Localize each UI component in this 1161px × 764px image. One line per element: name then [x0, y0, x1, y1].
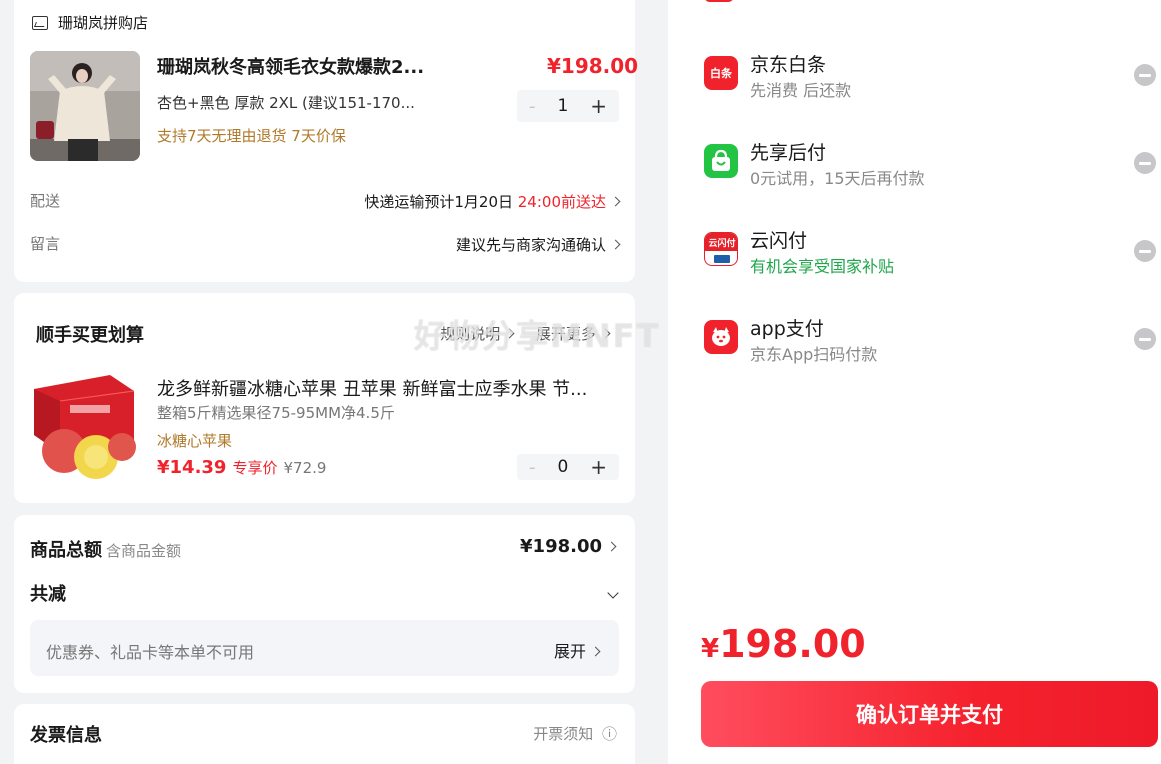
rules-link[interactable]: 规则说明 — [440, 325, 500, 343]
addon-title: 顺手买更划算 — [36, 325, 144, 346]
payment-desc: 0元试用，15天后再付款 — [750, 169, 925, 188]
addon-item-title[interactable]: 龙多鲜新疆冰糖心苹果 丑苹果 新鲜富士应季水果 节... — [157, 375, 617, 401]
delivery-value: 快递运输预计1月20日 — [364, 193, 518, 211]
payment-name: 云闪付 — [750, 230, 808, 252]
summary-card: 商品总额 含商品金额 ¥198.00 共减 优惠券、礼品卡等本单不可用 展开 — [14, 515, 635, 693]
shopping-bag-icon — [704, 144, 738, 178]
product-spec[interactable]: 杏色+黑色 厚款 2XL (建议151-170... — [157, 92, 457, 113]
chevron-right-icon — [590, 646, 601, 657]
radio-unselected-icon[interactable] — [1134, 240, 1156, 262]
payment-desc: 有机会享受国家补贴 — [750, 257, 895, 276]
cloud-quickpass-logo-icon: 云闪付 — [704, 232, 738, 266]
total-value: ¥198.00 — [520, 536, 602, 557]
payment-method-baitiao[interactable]: 白条 京东白条 先消费 后还款 — [704, 50, 1156, 106]
total-value-row[interactable]: ¥198.00 — [520, 536, 617, 557]
addon-item-tag: 冰糖心苹果 — [157, 432, 233, 450]
payment-name: 先享后付 — [750, 142, 827, 164]
message-label: 留言 — [30, 235, 61, 253]
invoice-notice[interactable]: 开票须知 ⓘ — [533, 723, 617, 744]
total-label: 商品总额 — [30, 540, 102, 561]
discount-label: 共减 — [30, 584, 66, 605]
addon-links: 规则说明 展开更多 — [440, 323, 611, 344]
info-icon: ⓘ — [601, 725, 617, 743]
total-sub-label: 含商品金额 — [106, 542, 182, 560]
checkout-total: ¥198.00 — [701, 622, 866, 666]
increase-button[interactable]: + — [590, 455, 607, 479]
payment-desc: 先消费 后还款 — [750, 81, 852, 100]
baitiao-logo-icon: 白条 — [704, 56, 738, 90]
quantity-stepper: - 1 + — [517, 90, 619, 122]
confirm-pay-button[interactable]: 确认订单并支付 — [701, 681, 1158, 747]
product-service: 支持7天无理由退货 7天价保 — [157, 127, 346, 145]
addon-price-row: ¥14.39 专享价 ¥72.9 — [157, 457, 326, 478]
chevron-right-icon — [610, 196, 621, 207]
quantity-value[interactable]: 1 — [557, 96, 568, 116]
addon-item-spec: 整箱5斤精选果径75-95MM净4.5斤 — [157, 404, 395, 422]
delivery-row[interactable]: 快递运输预计1月20日 24:00前送达 — [364, 191, 621, 212]
delivery-highlight: 24:00前送达 — [517, 193, 606, 211]
shop-icon — [32, 15, 48, 30]
radio-unselected-icon[interactable] — [1134, 152, 1156, 174]
payment-method-app[interactable]: app支付 京东App扫码付款 — [704, 314, 1156, 370]
product-price: ¥198.00 — [547, 54, 639, 78]
radio-unselected-icon[interactable] — [1134, 328, 1156, 350]
addon-original-price: ¥72.9 — [283, 459, 327, 477]
addon-item-price: ¥14.39 — [157, 457, 227, 478]
addon-card: 顺手买更划算 规则说明 展开更多 龙多鲜新疆冰糖心苹果 丑苹果 新鲜富士应季水果… — [14, 293, 635, 503]
invoice-title: 发票信息 — [30, 725, 102, 746]
jd-dog-logo-icon — [704, 320, 738, 354]
product-image[interactable] — [30, 51, 140, 161]
shop-header[interactable]: 珊瑚岚拼购店 — [32, 12, 148, 33]
expand-more-link[interactable]: 展开更多 — [536, 325, 596, 343]
message-row[interactable]: 建议先与商家沟通确认 — [455, 234, 621, 255]
increase-button[interactable]: + — [590, 94, 607, 118]
payment-desc: 京东App扫码付款 — [750, 345, 878, 364]
coupon-expand-label: 展开 — [553, 642, 586, 661]
invoice-notice-label: 开票须知 — [533, 725, 594, 743]
decrease-button[interactable]: - — [529, 457, 536, 478]
payment-method-pay-later[interactable]: 先享后付 0元试用，15天后再付款 — [704, 138, 1156, 194]
exclusive-price-tag: 专享价 — [232, 459, 278, 477]
chevron-right-icon — [600, 328, 611, 339]
message-value: 建议先与商家沟通确认 — [455, 236, 606, 254]
coupon-box: 优惠券、礼品卡等本单不可用 展开 — [30, 620, 619, 676]
addon-quantity-stepper: - 0 + — [517, 454, 619, 480]
chevron-right-icon — [504, 328, 515, 339]
addon-product-image[interactable] — [30, 371, 140, 481]
currency-symbol: ¥ — [701, 634, 720, 664]
payment-name: 京东白条 — [750, 54, 827, 76]
total-row: 商品总额 含商品金额 — [30, 536, 181, 562]
chevron-down-icon — [607, 587, 619, 599]
product-title[interactable]: 珊瑚岚秋冬高领毛衣女款爆款2... — [157, 53, 447, 79]
quantity-value[interactable]: 0 — [557, 457, 568, 477]
shop-name: 珊瑚岚拼购店 — [58, 14, 149, 32]
payment-method-unionpay[interactable]: 云闪付 云闪付 有机会享受国家补贴 — [704, 226, 1156, 282]
product-card: 珊瑚岚拼购店 珊瑚岚秋冬高领毛衣女款爆款2... 杏色+黑色 厚款 2XL (建… — [14, 0, 639, 282]
coupon-expand[interactable]: 展开 — [553, 638, 601, 662]
discount-toggle[interactable] — [607, 582, 619, 601]
delivery-label: 配送 — [30, 192, 61, 210]
payment-name: app支付 — [750, 318, 824, 340]
radio-unselected-icon[interactable] — [1134, 64, 1156, 86]
chevron-right-icon — [606, 541, 617, 552]
coupon-text: 优惠券、礼品卡等本单不可用 — [46, 643, 255, 662]
top-partial-logo — [704, 0, 734, 2]
chevron-right-icon — [610, 239, 621, 250]
order-panel: 珊瑚岚拼购店 珊瑚岚秋冬高领毛衣女款爆款2... 杏色+黑色 厚款 2XL (建… — [0, 0, 668, 764]
checkout-total-value: 198.00 — [719, 622, 866, 666]
decrease-button[interactable]: - — [529, 96, 536, 117]
invoice-card: 发票信息 开票须知 ⓘ — [14, 704, 635, 764]
